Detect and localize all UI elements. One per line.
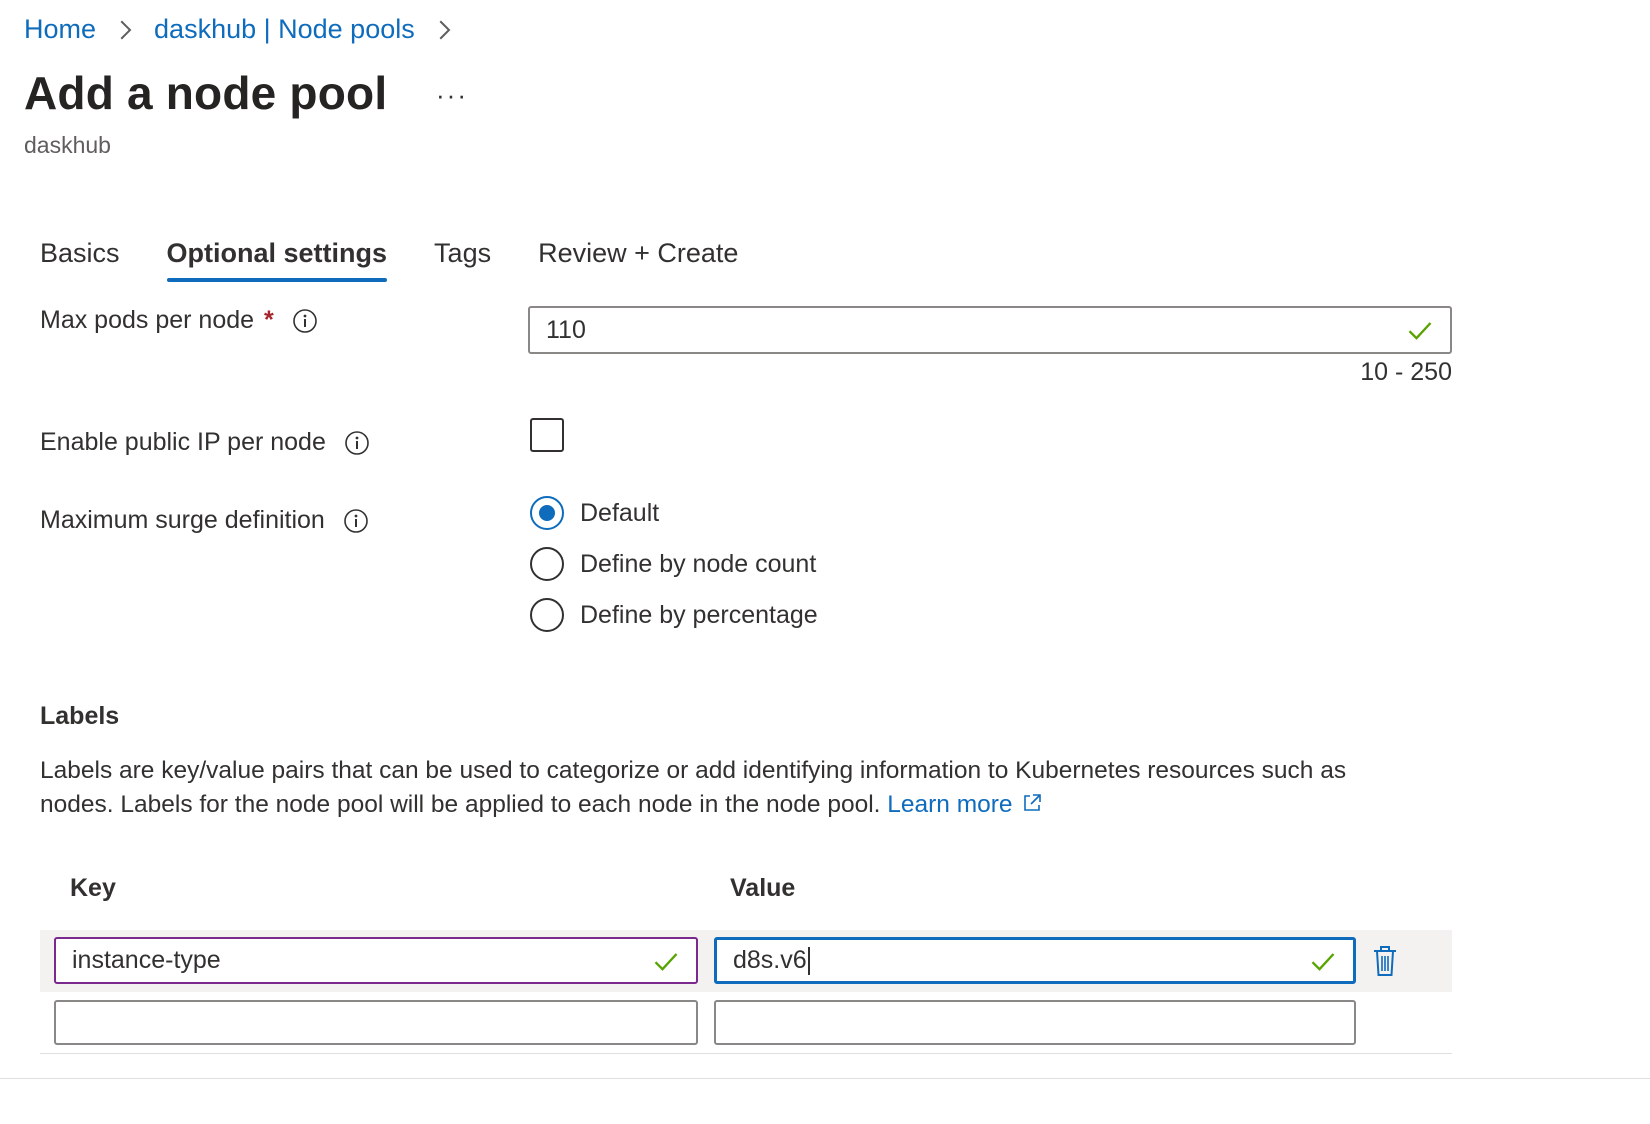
tab-review-create[interactable]: Review + Create [538,238,738,279]
info-icon[interactable] [344,430,370,456]
surge-label: Maximum surge definition [40,506,325,534]
labels-description-line1: Labels are key/value pairs that can be u… [40,757,1347,784]
trash-icon[interactable] [1370,944,1400,978]
breadcrumb-home-link[interactable]: Home [24,14,96,45]
checkmark-icon [654,952,678,971]
public-ip-checkbox[interactable] [530,418,564,452]
page-subtitle: daskhub [24,132,111,158]
breadcrumb: Home daskhub | Node pools [24,14,473,45]
tab-tags[interactable]: Tags [434,238,491,279]
external-link-icon [1023,794,1041,811]
labels-description: Labels are key/value pairs that can be u… [40,754,1440,822]
radio-option-default[interactable]: Default [530,496,818,530]
radio-option-percentage[interactable]: Define by percentage [530,598,818,632]
labels-description-line2: nodes. Labels for the node pool will be … [40,788,1440,822]
public-ip-label: Enable public IP per node [40,428,326,456]
label-value-value: d8s.v6 [733,946,807,974]
max-pods-label-row: Max pods per node * [40,306,318,335]
radio-node-count[interactable] [530,547,564,581]
radio-percentage-label: Define by percentage [580,600,818,629]
radio-option-node-count[interactable]: Define by node count [530,547,818,581]
text-cursor [807,946,810,975]
max-pods-range-hint: 10 - 250 [1360,358,1452,386]
surge-label-row: Maximum surge definition [40,506,369,535]
radio-default-label: Default [580,498,660,527]
page-title: Add a node pool [24,67,388,119]
key-column-header: Key [70,874,116,902]
radio-default[interactable] [530,496,564,530]
info-icon[interactable] [292,308,318,334]
label-key-input-empty[interactable] [54,1000,698,1045]
learn-more-link[interactable]: Learn more [887,791,1042,818]
required-marker: * [264,306,274,334]
checkmark-icon [1408,322,1432,340]
label-key-input[interactable]: instance-type [54,937,698,984]
label-key-value: instance-type [72,946,221,974]
labels-section-title: Labels [40,702,120,730]
breadcrumb-node-pools-link[interactable]: daskhub | Node pools [154,14,415,45]
info-icon[interactable] [343,508,369,534]
footer-divider [0,1078,1650,1079]
label-value-input[interactable]: d8s.v6 [714,937,1356,984]
table-divider [40,1053,1452,1054]
checkmark-icon [1311,952,1335,971]
tab-bar: Basics Optional settings Tags Review + C… [40,238,785,282]
radio-percentage[interactable] [530,598,564,632]
public-ip-label-row: Enable public IP per node [40,428,370,457]
radio-selected-dot [539,505,555,521]
chevron-right-icon [439,20,451,39]
max-pods-label: Max pods per node [40,306,255,334]
tab-optional-settings[interactable]: Optional settings [166,238,387,282]
max-pods-input[interactable]: 110 [528,306,1452,354]
tab-basics[interactable]: Basics [40,238,120,279]
max-pods-value: 110 [546,315,586,344]
value-column-header: Value [730,874,796,902]
surge-radio-group: Default Define by node count Define by p… [530,496,818,632]
chevron-right-icon [120,20,132,39]
radio-node-count-label: Define by node count [580,549,817,578]
more-options-button[interactable]: ··· [436,80,468,111]
label-value-input-empty[interactable] [714,1000,1356,1045]
